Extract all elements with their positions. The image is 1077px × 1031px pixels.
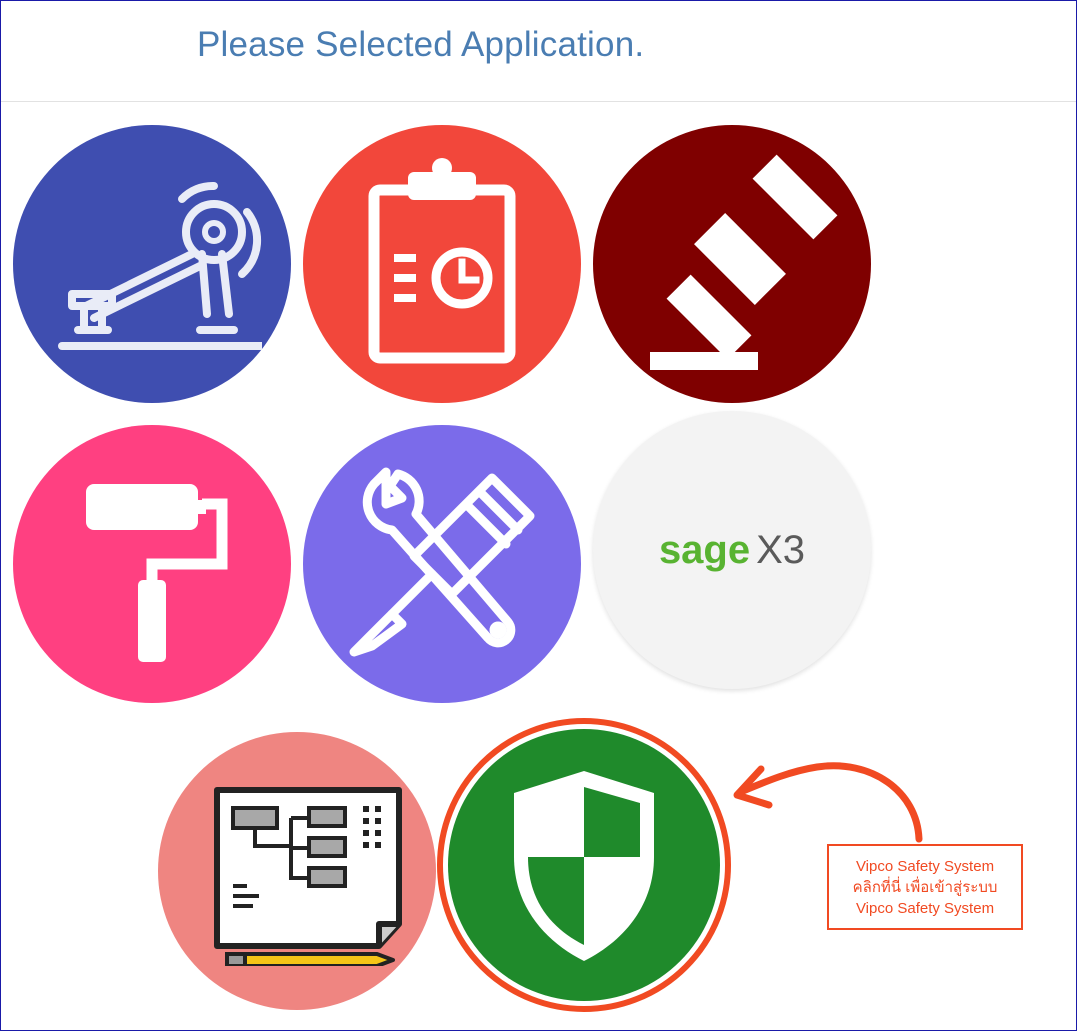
app-safety-system-button[interactable]: [437, 718, 731, 1012]
paint-roller-icon: [86, 484, 228, 662]
safety-app-circle: [448, 729, 720, 1001]
app-maintenance-button[interactable]: [303, 425, 581, 703]
app-rowing-machine-button[interactable]: [13, 125, 291, 403]
app-planning-button[interactable]: [158, 732, 436, 1010]
sage-x3-logo: sage X3: [658, 528, 806, 572]
shield-icon: [514, 771, 654, 961]
gavel-icon: [650, 154, 838, 370]
app-selector-window: Please Selected Application. sage X3 Vip…: [0, 0, 1077, 1031]
callout-line-3: Vipco Safety System: [855, 899, 995, 917]
header: Please Selected Application.: [1, 1, 1076, 102]
callout-line-1: Vipco Safety System: [855, 857, 995, 875]
page-title: Please Selected Application.: [197, 25, 645, 64]
app-sage-x3-button[interactable]: sage X3: [593, 411, 871, 689]
app-paint-button[interactable]: [13, 425, 291, 703]
wrench-screwdriver-icon: [349, 467, 535, 657]
rowing-machine-icon: [58, 181, 262, 350]
callout-line-2: คลิกที่นี่ เพื่อเข้าสู่ระบบ: [852, 878, 998, 896]
blueprint-plan-icon: [214, 787, 402, 966]
clipboard-clock-icon: [368, 158, 516, 364]
pointer-arrow-icon: [733, 762, 923, 843]
app-timesheet-button[interactable]: [303, 125, 581, 403]
safety-system-callout: Vipco Safety System คลิกที่นี่ เพื่อเข้า…: [827, 844, 1023, 930]
app-legal-button[interactable]: [593, 125, 871, 403]
